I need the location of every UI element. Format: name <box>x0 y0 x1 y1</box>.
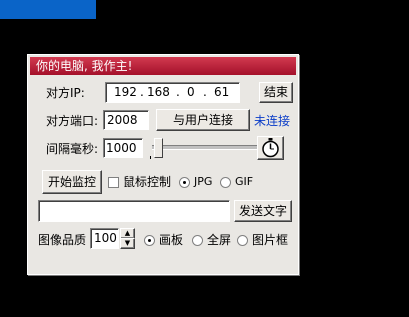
ip-segment-3[interactable]: 0 <box>187 85 195 99</box>
background-blue-block <box>0 0 96 19</box>
picture-frame-radio[interactable] <box>237 235 248 246</box>
window-title: 你的电脑, 我作主! <box>30 57 296 75</box>
jpg-radio[interactable] <box>179 177 190 188</box>
remote-control-window: 你的电脑, 我作主! 对方IP: 192 . 168 . 0 . 61 结束 对… <box>27 54 299 275</box>
ip-segment-1[interactable]: 192 <box>114 85 137 99</box>
ip-dot-2: . <box>176 85 180 99</box>
picture-frame-label: 图片框 <box>252 233 289 247</box>
stopwatch-icon <box>262 138 279 158</box>
fullscreen-label: 全屏 <box>207 233 232 247</box>
jpg-label: JPG <box>194 175 213 188</box>
gif-radio[interactable] <box>220 177 231 188</box>
port-input[interactable]: 2008 <box>103 110 149 130</box>
interval-input[interactable]: 1000 <box>103 138 143 158</box>
message-input[interactable] <box>38 200 230 222</box>
ip-dot-1: . <box>140 85 144 99</box>
ip-label: 对方IP: <box>46 86 85 100</box>
timer-button[interactable] <box>257 136 284 160</box>
image-quality-label: 图像品质 <box>38 233 87 247</box>
canvas-radio[interactable] <box>144 235 155 246</box>
mouse-control-label: 鼠标控制 <box>123 175 172 189</box>
send-text-button[interactable]: 发送文字 <box>234 200 292 222</box>
ip-segment-4[interactable]: 61 <box>214 85 229 99</box>
connection-status: 未连接 <box>254 114 291 128</box>
connect-user-button[interactable]: 与用户连接 <box>156 109 250 131</box>
end-button[interactable]: 结束 <box>259 82 293 103</box>
slider-tick <box>150 156 151 159</box>
canvas-label: 画板 <box>159 233 184 247</box>
slider-thumb[interactable] <box>154 138 163 158</box>
ip-segment-2[interactable]: 168 <box>147 85 170 99</box>
gif-label: GIF <box>235 175 254 188</box>
ip-dot-3: . <box>203 85 207 99</box>
ip-address-field[interactable]: 192 . 168 . 0 . 61 <box>105 82 240 103</box>
mouse-control-checkbox[interactable] <box>108 177 119 188</box>
port-label: 对方端口: <box>46 114 99 128</box>
quality-spinner[interactable]: ▲ ▼ <box>120 228 135 249</box>
fullscreen-radio[interactable] <box>192 235 203 246</box>
quality-input[interactable]: 100 <box>90 228 119 249</box>
start-monitor-button[interactable]: 开始监控 <box>42 170 102 194</box>
spin-down-icon[interactable]: ▼ <box>120 238 135 249</box>
interval-label: 间隔毫秒: <box>46 142 99 156</box>
